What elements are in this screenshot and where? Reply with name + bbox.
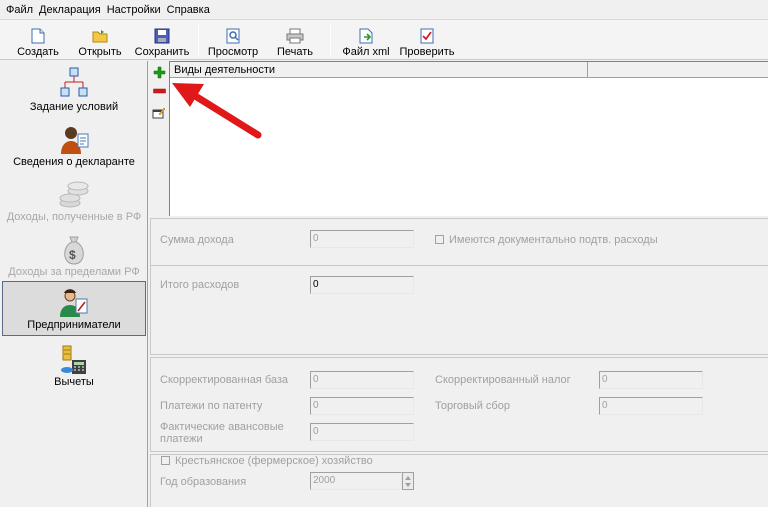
nav-item-income-abroad[interactable]: $ Доходы за пределами РФ [2, 228, 146, 282]
money-bag-icon: $ [64, 236, 84, 265]
xml-export-icon [359, 28, 373, 44]
total-expenses-label: Итого расходов [160, 279, 240, 291]
income-field[interactable]: 0 [310, 230, 414, 248]
edit-properties-icon[interactable] [152, 106, 166, 119]
toolbar-separator [198, 24, 199, 56]
nav-item-income-rf[interactable]: Доходы, полученные в РФ [2, 173, 146, 227]
divider [150, 265, 768, 266]
year-label: Год образования [160, 476, 247, 488]
income-label: Сумма дохода [160, 234, 234, 246]
menu-bar: Файл Декларация Настройки Справка [0, 0, 768, 20]
menu-settings[interactable]: Настройки [107, 4, 161, 16]
entrepreneur-form: Сумма дохода 0 Имеются документально под… [148, 216, 768, 507]
nav-item-deductions[interactable]: Вычеты [2, 338, 146, 392]
grid-toolbar [150, 61, 169, 216]
grid-header: Виды деятельности [170, 62, 768, 78]
floppy-disk-icon [154, 28, 170, 44]
income-rf-icon [59, 181, 89, 208]
adjusted-tax-field[interactable]: 0 [599, 371, 703, 389]
menu-help[interactable]: Справка [167, 4, 210, 16]
toolbar-separator [330, 24, 331, 56]
patent-payments-label: Платежи по патенту [160, 400, 263, 412]
preview-icon [226, 28, 240, 44]
declarant-icon [61, 127, 89, 154]
trade-fee-label: Торговый сбор [435, 400, 510, 412]
folder-icon [92, 30, 108, 43]
add-icon[interactable] [153, 66, 166, 79]
spin-down-icon[interactable] [405, 483, 411, 487]
save-button[interactable]: Сохранить [132, 22, 192, 58]
patent-payments-field[interactable]: 0 [310, 397, 414, 415]
adjusted-base-field[interactable]: 0 [310, 371, 414, 389]
nav-item-declarant[interactable]: Сведения о декларанте [2, 118, 146, 172]
new-document-icon [31, 28, 45, 44]
check-document-icon [420, 28, 434, 44]
nav-item-conditions[interactable]: Задание условий [2, 63, 146, 117]
menu-file[interactable]: Файл [6, 4, 33, 16]
documented-expenses-checkbox[interactable] [435, 235, 444, 244]
advance-payments-field[interactable]: 0 [310, 423, 414, 441]
toolbar: Создать Открыть Сохранить Просмотр Печат… [0, 20, 768, 60]
farm-checkbox[interactable] [161, 456, 170, 465]
printer-icon [286, 28, 304, 44]
preview-button[interactable]: Просмотр [204, 22, 262, 58]
grid-column-activity-types[interactable]: Виды деятельности [170, 62, 588, 77]
entrepreneur-icon [60, 289, 88, 317]
adjusted-base-label: Скорректированная база [160, 374, 289, 386]
open-button[interactable]: Открыть [74, 22, 126, 58]
menu-declaration[interactable]: Декларация [39, 4, 101, 16]
xml-file-button[interactable]: Файл xml [338, 22, 394, 58]
check-button[interactable]: Проверить [398, 22, 456, 58]
svg-text:$: $ [69, 248, 76, 262]
spin-up-icon[interactable] [405, 476, 411, 480]
remove-icon[interactable] [153, 88, 166, 94]
advance-payments-label: Фактические авансовые платежи [160, 421, 284, 445]
print-button[interactable]: Печать [270, 22, 320, 58]
annotation-arrow-icon [172, 83, 262, 139]
deductions-icon [61, 345, 86, 374]
year-field[interactable]: 2000 [310, 472, 402, 490]
documented-expenses-label: Имеются документально подтв. расходы [449, 234, 658, 246]
create-button[interactable]: Создать [12, 22, 64, 58]
conditions-icon [60, 67, 88, 97]
total-expenses-field[interactable]: 0 [310, 276, 414, 294]
navigation-panel: Задание условий Сведения о декларанте До… [0, 61, 148, 507]
nav-item-entrepreneurs[interactable]: Предприниматели [2, 281, 146, 336]
trade-fee-field[interactable]: 0 [599, 397, 703, 415]
adjusted-tax-label: Скорректированный налог [435, 374, 571, 386]
year-spinner[interactable] [402, 472, 414, 490]
farm-label: Крестьянское (фермерское) хозяйство [175, 455, 373, 467]
